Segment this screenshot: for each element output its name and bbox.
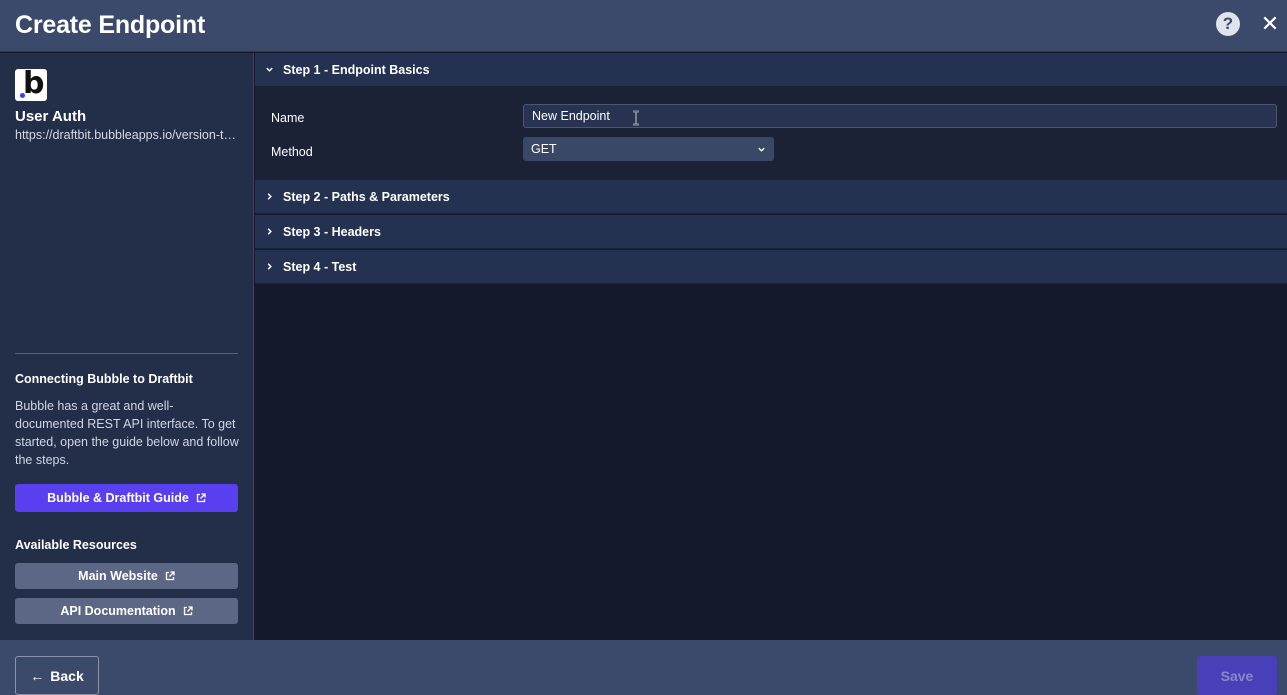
step-3-header[interactable]: Step 3 - Headers	[255, 215, 1287, 249]
step-1-body: Name Method GET	[255, 87, 1287, 180]
step-2-label: Step 2 - Paths & Parameters	[283, 189, 450, 204]
close-icon[interactable]: ✕	[1259, 11, 1281, 36]
step-4-header[interactable]: Step 4 - Test	[255, 250, 1287, 284]
footer: ← Back Save	[0, 640, 1287, 695]
guide-title: Connecting Bubble to Draftbit	[15, 372, 193, 386]
method-label: Method	[271, 145, 313, 159]
name-label: Name	[271, 111, 305, 125]
resources-title: Available Resources	[15, 538, 137, 552]
back-button[interactable]: ← Back	[15, 656, 99, 695]
header: Create Endpoint ? ✕	[0, 0, 1287, 52]
arrow-left-icon: ←	[30, 667, 45, 684]
sidebar-divider	[15, 353, 238, 354]
main-website-label: Main Website	[78, 569, 158, 583]
help-icon[interactable]: ?	[1216, 12, 1240, 36]
guide-button[interactable]: Bubble & Draftbit Guide	[15, 484, 238, 512]
external-link-icon	[165, 571, 175, 581]
api-documentation-label: API Documentation	[60, 604, 176, 618]
guide-text: Bubble has a great and well-documented R…	[15, 399, 239, 467]
save-button[interactable]: Save	[1197, 656, 1277, 695]
page-title: Create Endpoint	[15, 11, 206, 39]
external-link-icon	[183, 606, 193, 616]
chevron-right-icon	[255, 250, 283, 284]
step-2-header[interactable]: Step 2 - Paths & Parameters	[255, 180, 1287, 214]
main-website-button[interactable]: Main Website	[15, 563, 238, 589]
method-value: GET	[531, 142, 557, 156]
bubble-logo-icon: b	[15, 66, 47, 101]
chevron-down-icon	[758, 147, 765, 152]
text-cursor-icon	[633, 110, 639, 126]
chevron-right-icon	[255, 215, 283, 249]
chevron-down-icon	[255, 53, 283, 87]
guide-button-label: Bubble & Draftbit Guide	[47, 491, 189, 505]
service-url: https://draftbit.bubbleapps.io/version-t…	[15, 128, 240, 142]
logo-letter: b	[23, 66, 45, 101]
step-3-label: Step 3 - Headers	[283, 224, 381, 239]
sidebar: b User Auth https://draftbit.bubbleapps.…	[0, 53, 254, 640]
external-link-icon	[196, 493, 206, 503]
step-1-header[interactable]: Step 1 - Endpoint Basics	[255, 53, 1287, 87]
main-panel: Step 1 - Endpoint Basics Name Method GET…	[255, 53, 1287, 640]
back-button-label: Back	[50, 667, 84, 684]
service-name: User Auth	[15, 108, 87, 125]
step-1-label: Step 1 - Endpoint Basics	[283, 62, 430, 77]
logo-dot	[20, 93, 25, 98]
step-4-label: Step 4 - Test	[283, 259, 357, 274]
chevron-right-icon	[255, 180, 283, 214]
api-documentation-button[interactable]: API Documentation	[15, 598, 238, 624]
method-select[interactable]: GET	[523, 137, 774, 161]
